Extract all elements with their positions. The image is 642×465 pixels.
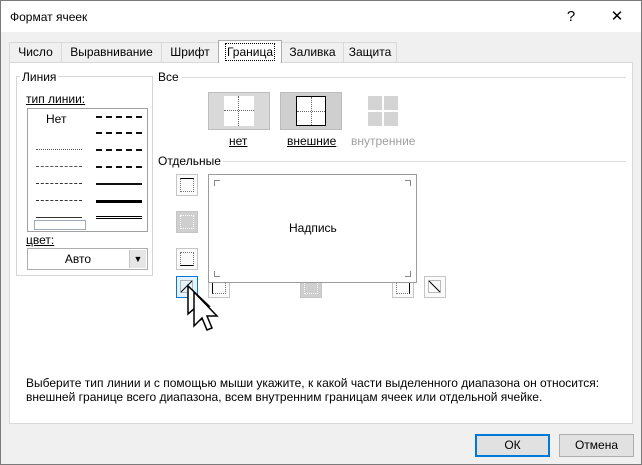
line-style-selected[interactable] bbox=[34, 220, 86, 230]
line-style-dotted[interactable] bbox=[36, 166, 82, 167]
format-cells-dialog: Формат ячеек ? ✕ Число Выравнивание Шриф… bbox=[0, 0, 642, 465]
line-style-dash-dot[interactable] bbox=[36, 200, 82, 201]
border-preview[interactable]: Надпись bbox=[208, 174, 417, 283]
border-top-icon bbox=[180, 178, 194, 192]
preset-outline-label: внешние bbox=[287, 134, 337, 148]
preview-corner-tr bbox=[405, 180, 411, 186]
line-group-title: Линия bbox=[20, 70, 59, 84]
border-bottom-button[interactable] bbox=[176, 248, 198, 270]
border-separator bbox=[223, 161, 626, 162]
color-select-value: Авто bbox=[64, 252, 92, 266]
preset-inside-button[interactable] bbox=[352, 92, 414, 130]
preview-corner-tl bbox=[214, 180, 220, 186]
border-bottom-icon bbox=[180, 252, 194, 266]
line-style-thick[interactable] bbox=[96, 200, 142, 203]
tab-border[interactable]: Граница bbox=[218, 40, 282, 63]
tab-fill[interactable]: Заливка bbox=[281, 42, 344, 62]
line-style-hair[interactable] bbox=[36, 149, 82, 150]
window-title: Формат ячеек bbox=[10, 10, 88, 24]
line-style-medium-dash-dot[interactable] bbox=[96, 149, 142, 151]
preset-none-label: нет bbox=[229, 134, 248, 148]
preset-inside-label: внутренние bbox=[351, 134, 416, 148]
line-style-medium-dashed[interactable] bbox=[96, 166, 142, 168]
preset-inside-icon bbox=[368, 96, 398, 126]
preset-outline-button[interactable] bbox=[280, 92, 342, 130]
title-bar: Формат ячеек ? ✕ bbox=[1, 1, 641, 32]
color-select[interactable]: Авто ▼ bbox=[27, 248, 148, 270]
mouse-pointer-icon bbox=[187, 284, 219, 331]
cancel-button[interactable]: Отмена bbox=[559, 434, 634, 457]
preview-corner-br bbox=[405, 271, 411, 277]
close-button[interactable]: ✕ bbox=[594, 1, 640, 32]
diagonal-down-icon bbox=[428, 280, 441, 293]
chevron-down-icon[interactable]: ▼ bbox=[129, 250, 146, 268]
tab-protection[interactable]: Защита bbox=[343, 42, 397, 62]
ok-button[interactable]: ОК bbox=[475, 434, 550, 457]
preview-text: Надпись bbox=[289, 221, 337, 235]
presets-title: Все bbox=[158, 70, 179, 84]
border-top-button[interactable] bbox=[176, 174, 198, 196]
line-style-slant-dash-dot[interactable] bbox=[96, 132, 142, 134]
help-text: Выберите тип линии и с помощью мыши укаж… bbox=[26, 376, 600, 404]
border-inner-horizontal-button[interactable] bbox=[176, 211, 198, 233]
line-style-medium-dash-dot-dot[interactable] bbox=[96, 116, 142, 118]
line-style-thin[interactable] bbox=[36, 217, 82, 218]
line-style-medium[interactable] bbox=[96, 183, 142, 185]
border-diagonal-down-button[interactable] bbox=[424, 276, 446, 298]
tab-alignment[interactable]: Выравнивание bbox=[61, 42, 162, 62]
line-style-label: тип линии: bbox=[26, 92, 86, 106]
preset-none-button[interactable] bbox=[208, 92, 270, 130]
line-style-double[interactable] bbox=[96, 216, 142, 219]
preset-outline-icon bbox=[296, 96, 326, 126]
tab-font[interactable]: Шрифт bbox=[161, 42, 219, 62]
line-style-none[interactable]: Нет bbox=[46, 112, 66, 126]
line-style-dash-dot-dot[interactable] bbox=[36, 183, 82, 184]
help-button[interactable]: ? bbox=[548, 1, 594, 32]
color-label: цвет: bbox=[26, 233, 55, 247]
tab-number[interactable]: Число bbox=[9, 42, 62, 62]
border-inner-horizontal-icon bbox=[180, 215, 194, 229]
preset-none-icon bbox=[224, 96, 254, 126]
preview-corner-bl bbox=[214, 271, 220, 277]
presets-separator bbox=[182, 77, 626, 78]
line-style-list[interactable]: Нет bbox=[27, 108, 148, 232]
border-group-title: Отдельные bbox=[158, 154, 221, 168]
border-tab-panel: Линия тип линии: Нет цвет: Авто ▼ Все не… bbox=[9, 62, 633, 424]
